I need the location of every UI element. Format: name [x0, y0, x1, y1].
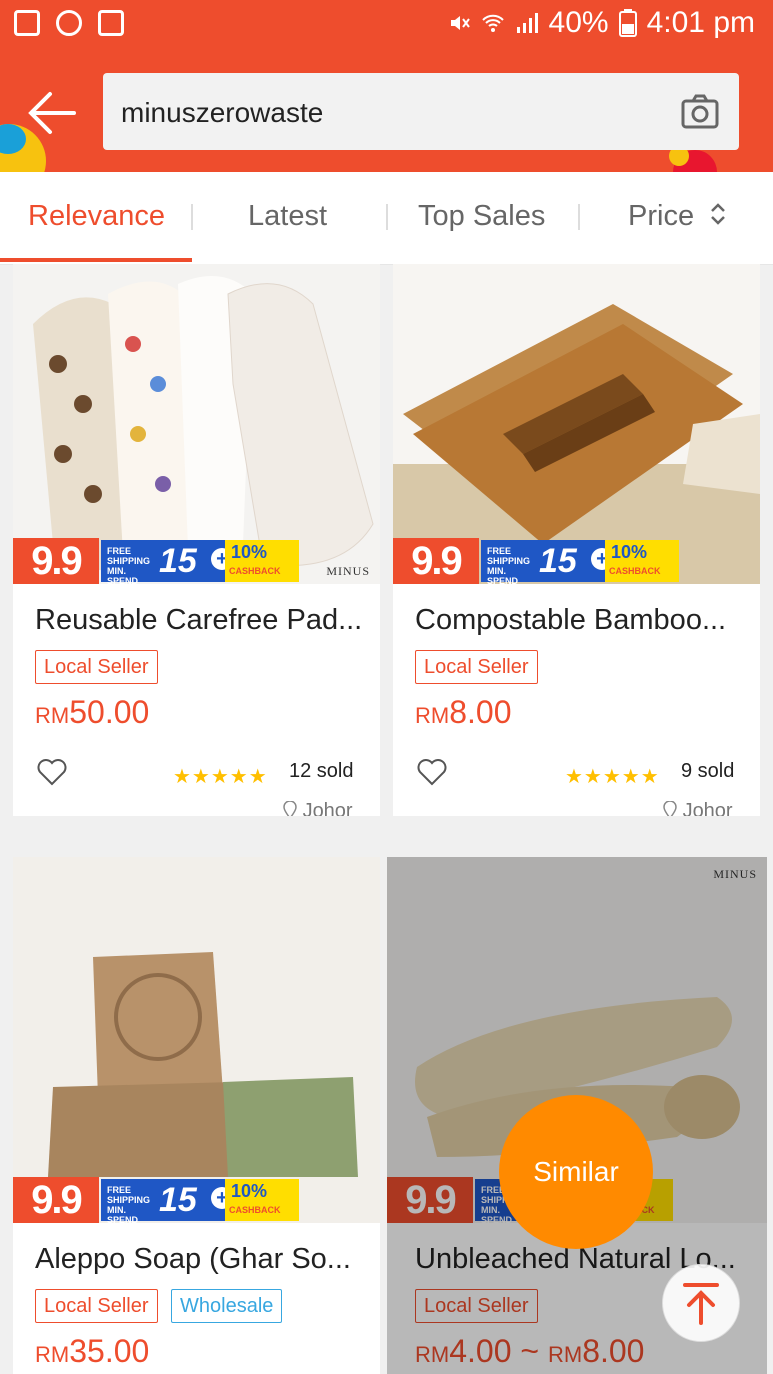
- product-title: Reusable Carefree Pad...: [35, 604, 363, 636]
- currency: RM: [415, 703, 450, 728]
- signal-icon: [516, 13, 538, 33]
- rating-stars: ★★★★★: [565, 766, 660, 788]
- product-card[interactable]: 9.9 FREE SHIPPING MIN. SPEND 15 + 10% CA…: [393, 264, 760, 816]
- cashback-badge: 10% CASHBACK: [605, 540, 679, 582]
- cashback-text: CASHBACK: [609, 566, 661, 576]
- gallery-icon: [14, 10, 40, 36]
- product-image-pads: [13, 264, 380, 584]
- sold-count: 12 sold: [289, 760, 354, 782]
- shipping-amount: 15: [539, 542, 577, 580]
- search-input[interactable]: minuszerowaste: [103, 73, 739, 150]
- product-title: Compostable Bamboo...: [415, 604, 727, 636]
- divider: [191, 204, 193, 230]
- cashback-percent: 10%: [611, 542, 648, 562]
- product-card[interactable]: 9.9 FREE SHIPPING MIN. SPEND 15 + 10% CA…: [13, 857, 380, 1374]
- price-value: 8.00: [449, 694, 512, 730]
- sold-count: 9 sold: [681, 760, 735, 782]
- local-seller-tag: Local Seller: [35, 650, 158, 684]
- shipping-amount: 15: [159, 1181, 197, 1219]
- location: Johor: [283, 800, 353, 816]
- product-title: Aleppo Soap (Ghar So...: [35, 1243, 351, 1275]
- heart-icon[interactable]: [37, 758, 67, 786]
- back-arrow-icon[interactable]: [26, 90, 78, 136]
- product-price: RM8.00: [415, 694, 512, 731]
- product-price: RM50.00: [35, 694, 149, 731]
- sale-badge: 9.9: [393, 538, 479, 584]
- promo-banner: 9.9 FREE SHIPPING MIN. SPEND 15 + 10% CA…: [13, 538, 299, 586]
- price-value: 35.00: [69, 1333, 150, 1369]
- local-seller-tag: Local Seller: [415, 650, 538, 684]
- free-shipping-badge: FREE SHIPPING MIN. SPEND 15: [101, 1179, 225, 1225]
- location-pin-icon: [663, 800, 677, 816]
- location: Johor: [663, 800, 733, 816]
- search-query: minuszerowaste: [121, 97, 324, 128]
- cashback-badge: 10% CASHBACK: [225, 1179, 299, 1221]
- clock: 4:01 pm: [646, 6, 755, 39]
- camera-icon[interactable]: [681, 93, 719, 129]
- divider: [578, 204, 580, 230]
- sale-badge: 9.9: [13, 1177, 99, 1223]
- free-shipping-badge: FREE SHIPPING MIN. SPEND 15: [481, 540, 605, 586]
- free-shipping-badge: FREE SHIPPING MIN. SPEND 15: [101, 540, 225, 586]
- mute-icon: [450, 16, 470, 30]
- snapchat-icon: [56, 10, 82, 36]
- active-tab-indicator: [0, 258, 192, 262]
- tab-price-label: Price: [628, 200, 695, 232]
- location-pin-icon: [283, 800, 297, 816]
- shipping-amount: 15: [159, 542, 197, 580]
- tab-top-sales[interactable]: Top Sales: [418, 200, 545, 233]
- cashback-text: CASHBACK: [229, 566, 281, 576]
- wholesale-tag: Wholesale: [171, 1289, 283, 1323]
- similar-button[interactable]: Similar: [499, 1095, 653, 1249]
- sort-tabs: Relevance Latest Top Sales Price: [0, 172, 773, 265]
- status-bar: 40% 4:01 pm: [0, 0, 773, 54]
- divider: [386, 204, 388, 230]
- cashback-text: CASHBACK: [229, 1205, 281, 1215]
- wifi-icon: [481, 14, 504, 32]
- local-seller-tag: Local Seller: [35, 1289, 158, 1323]
- notification-icon: [98, 10, 124, 36]
- free-shipping-text: FREE SHIPPING MIN. SPEND: [487, 546, 531, 586]
- location-text: Johor: [302, 800, 353, 816]
- product-card[interactable]: 9.9 FREE SHIPPING MIN. SPEND 15 + 10% CA…: [13, 264, 380, 816]
- rating-stars: ★★★★★: [173, 766, 268, 788]
- promo-banner: 9.9 FREE SHIPPING MIN. SPEND 15 + 10% CA…: [13, 1177, 299, 1225]
- cashback-badge: 10% CASHBACK: [225, 540, 299, 582]
- currency: RM: [35, 1342, 70, 1367]
- currency: RM: [35, 703, 70, 728]
- free-shipping-text: FREE SHIPPING MIN. SPEND: [107, 1185, 151, 1225]
- brand-mark: MINUS: [326, 564, 370, 578]
- free-shipping-text: FREE SHIPPING MIN. SPEND: [107, 546, 151, 586]
- battery-percent: 40%: [548, 6, 609, 39]
- cashback-percent: 10%: [231, 1181, 268, 1201]
- sale-badge: 9.9: [13, 538, 99, 584]
- tab-relevance[interactable]: Relevance: [28, 200, 165, 233]
- product-image-aleppo-soap: [13, 857, 380, 1223]
- battery-icon: [618, 9, 637, 37]
- search-header: minuszerowaste: [0, 54, 773, 172]
- tab-price[interactable]: Price: [628, 200, 728, 233]
- location-text: Johor: [682, 800, 733, 816]
- cashback-percent: 10%: [231, 542, 268, 562]
- product-image-bamboo-soap-dish: [393, 264, 760, 584]
- price-value: 50.00: [69, 694, 150, 730]
- scroll-to-top-button[interactable]: [662, 1264, 740, 1342]
- arrow-up-icon: [683, 1283, 719, 1325]
- product-price: RM35.00: [35, 1333, 149, 1370]
- tab-latest[interactable]: Latest: [248, 200, 327, 233]
- promo-banner: 9.9 FREE SHIPPING MIN. SPEND 15 + 10% CA…: [393, 538, 679, 586]
- sort-toggle-icon: [711, 203, 726, 225]
- heart-icon[interactable]: [417, 758, 447, 786]
